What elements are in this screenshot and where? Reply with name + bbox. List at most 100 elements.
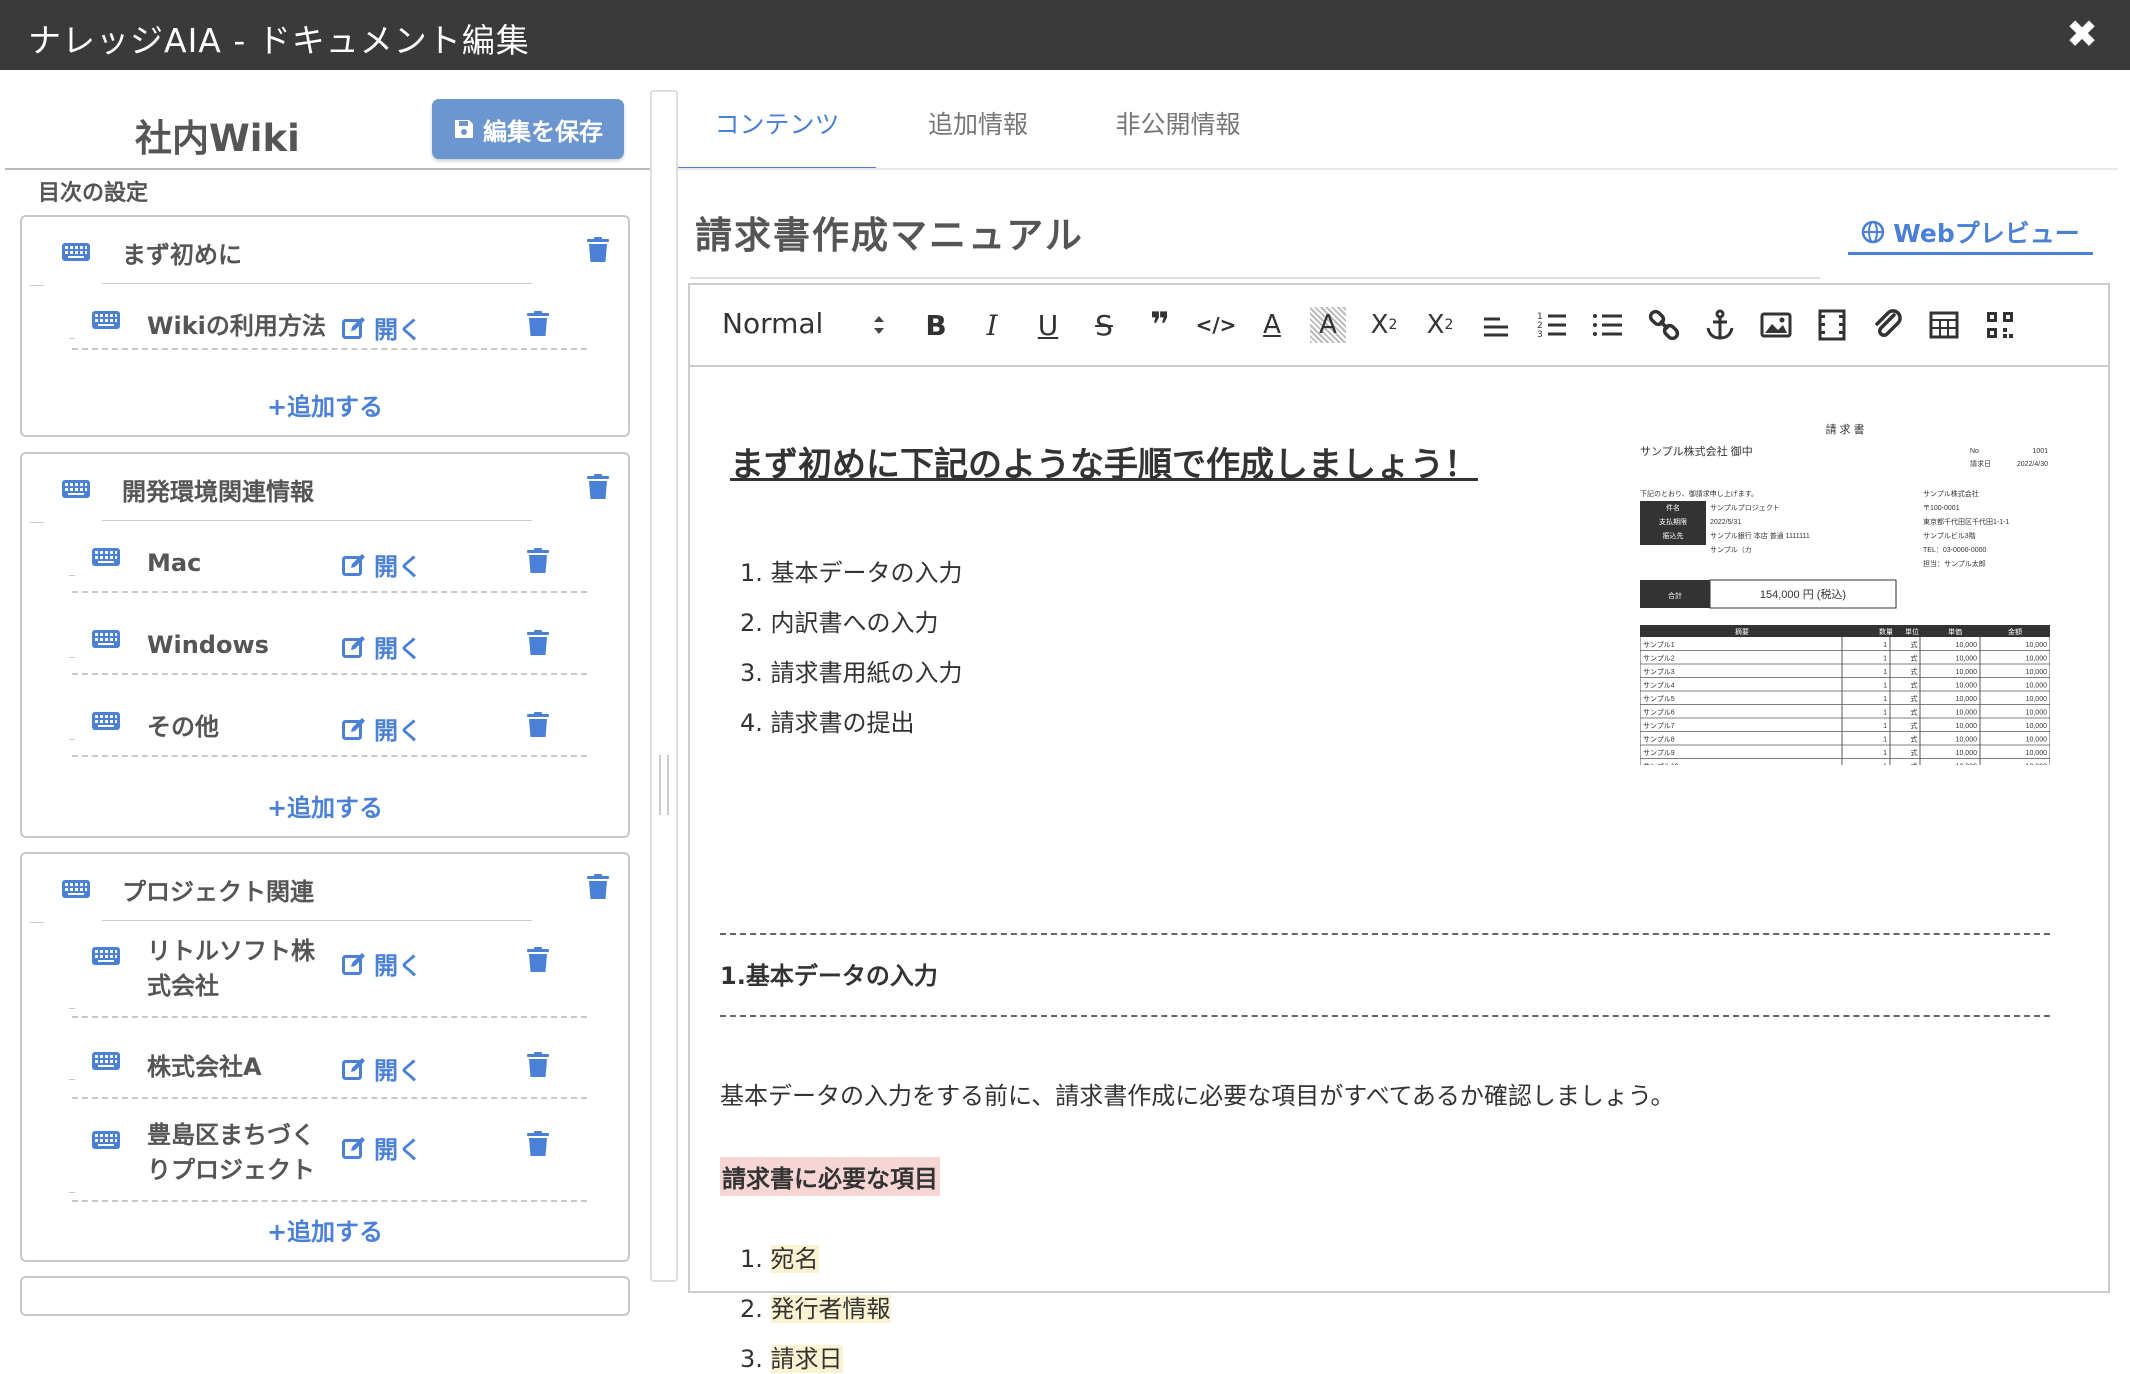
open-link-label: 開く [374, 316, 422, 344]
divider [69, 575, 75, 576]
open-link[interactable]: 開く [342, 547, 422, 582]
divider [69, 739, 75, 740]
link-icon[interactable] [1646, 307, 1682, 343]
format-select[interactable]: Normal [722, 307, 823, 340]
section-name[interactable]: まず初めに [122, 235, 242, 270]
underline-icon[interactable]: U [1030, 307, 1066, 343]
trash-icon[interactable] [527, 712, 549, 738]
close-icon[interactable]: ✖ [2062, 14, 2102, 54]
toc-item-name: その他 [147, 713, 219, 741]
keyboard-icon[interactable] [92, 712, 120, 730]
background-color-icon[interactable]: A [1310, 307, 1346, 343]
superscript-icon[interactable]: X2 [1422, 307, 1458, 343]
invoice-issuer: TEL：03-0000-0000 [1923, 547, 1987, 554]
tab-contents[interactable]: コンテンツ [678, 95, 876, 170]
keyboard-icon[interactable] [62, 880, 90, 898]
invoice-date-label: 請求日 [1970, 459, 1991, 468]
italic-icon[interactable]: I [974, 307, 1010, 343]
plus-icon: + [266, 1218, 288, 1246]
keyboard-icon[interactable] [92, 311, 120, 329]
invoice-cell: 10,000 [1956, 696, 1978, 703]
section-name[interactable]: プロジェクト関連 [122, 872, 314, 907]
divider [69, 1008, 75, 1009]
subscript-icon[interactable]: X2 [1366, 307, 1402, 343]
invoice-image[interactable]: 請 求 書 サンプル株式会社 御中 No 1001 請求日 2022/4/30 … [1640, 415, 2050, 765]
keyboard-icon[interactable] [62, 480, 90, 498]
drag-handle-icon[interactable] [659, 755, 669, 815]
divider [30, 922, 44, 923]
section-name[interactable]: 開発環境関連情報 [122, 472, 314, 507]
attachment-icon[interactable] [1870, 307, 1906, 343]
trash-icon[interactable] [527, 630, 549, 656]
ordered-list-icon[interactable]: 123 [1534, 307, 1570, 343]
invoice-cell: サンプル1 [1643, 641, 1675, 649]
strike-icon[interactable]: S [1086, 307, 1122, 343]
keyboard-icon[interactable] [62, 243, 90, 261]
divider [72, 591, 587, 593]
keyboard-icon[interactable] [92, 1131, 120, 1149]
open-link[interactable]: 開く [342, 629, 422, 664]
toc-section [20, 1276, 630, 1316]
divider [69, 1079, 75, 1080]
quote-icon[interactable]: ❞ [1142, 305, 1178, 345]
list-item: 3. 請求日 [740, 1339, 843, 1374]
invoice-cell: サンプル3 [1643, 668, 1675, 676]
document-title[interactable]: 請求書作成マニュアル [695, 205, 1084, 259]
open-link[interactable]: 開く [342, 946, 422, 981]
anchor-icon[interactable] [1702, 307, 1738, 343]
align-icon[interactable] [1478, 307, 1514, 343]
list-number: 1. [740, 1245, 771, 1273]
toc-item-name: Wikiの利用方法 [147, 312, 326, 340]
panel-splitter[interactable] [650, 90, 678, 1282]
invoice-cell: 式 [1911, 681, 1918, 690]
tab-private-info[interactable]: 非公開情報 [1078, 95, 1278, 170]
video-icon[interactable] [1814, 307, 1850, 343]
invoice-cell: 10,000 [2026, 723, 2048, 730]
tab-additional-info[interactable]: 追加情報 [888, 95, 1068, 170]
edit-icon [342, 316, 366, 340]
trash-icon[interactable] [527, 1131, 549, 1157]
add-item-link[interactable]: +追加する [22, 387, 628, 422]
divider [102, 920, 532, 921]
toc-settings-label: 目次の設定 [38, 181, 149, 206]
open-link[interactable]: 開く [342, 1051, 422, 1086]
font-color-icon[interactable]: A [1254, 307, 1290, 343]
qr-icon[interactable] [1982, 307, 2018, 343]
floppy-disk-icon [455, 120, 473, 138]
table-icon[interactable] [1926, 307, 1962, 343]
trash-icon[interactable] [587, 874, 609, 900]
open-link[interactable]: 開く [342, 1130, 422, 1165]
trash-icon[interactable] [587, 474, 609, 500]
open-link[interactable]: 開く [342, 310, 422, 345]
invoice-cell: 1 [1883, 696, 1887, 703]
trash-icon[interactable] [527, 311, 549, 337]
web-preview-button[interactable]: Webプレビュー [1848, 212, 2093, 252]
trash-icon[interactable] [527, 947, 549, 973]
invoice-issuer: サンプル株式会社 [1923, 489, 1979, 498]
keyboard-icon[interactable] [92, 630, 120, 648]
trash-icon[interactable] [587, 237, 609, 263]
invoice-cell: 式 [1911, 654, 1918, 663]
invoice-cell: 10,000 [1956, 642, 1978, 649]
toc-item-name: 株式会社A [147, 1053, 262, 1081]
invoice-cell: サンプル6 [1643, 709, 1675, 717]
list-number: 3. [740, 1345, 771, 1373]
add-item-link[interactable]: +追加する [22, 1212, 628, 1247]
keyboard-icon[interactable] [92, 548, 120, 566]
keyboard-icon[interactable] [92, 947, 120, 965]
open-link[interactable]: 開く [342, 711, 422, 746]
keyboard-icon[interactable] [92, 1052, 120, 1070]
invoice-cell: サンプル9 [1643, 749, 1675, 757]
select-arrows-icon[interactable] [872, 313, 886, 337]
invoice-cell: 式 [1911, 735, 1918, 744]
editor-content[interactable]: まず初めに下記のような手順で作成しましょう！ 1. 基本データの入力 2. 内訳… [690, 367, 2108, 1373]
image-icon[interactable] [1758, 307, 1794, 343]
save-button[interactable]: 編集を保存 [432, 99, 624, 159]
bullet-list-icon[interactable] [1590, 307, 1626, 343]
add-item-link[interactable]: +追加する [22, 788, 628, 823]
trash-icon[interactable] [527, 548, 549, 574]
bold-icon[interactable]: B [918, 307, 954, 343]
code-icon[interactable]: </> [1196, 307, 1237, 343]
invoice-cell: 10,000 [1956, 737, 1978, 744]
trash-icon[interactable] [527, 1052, 549, 1078]
